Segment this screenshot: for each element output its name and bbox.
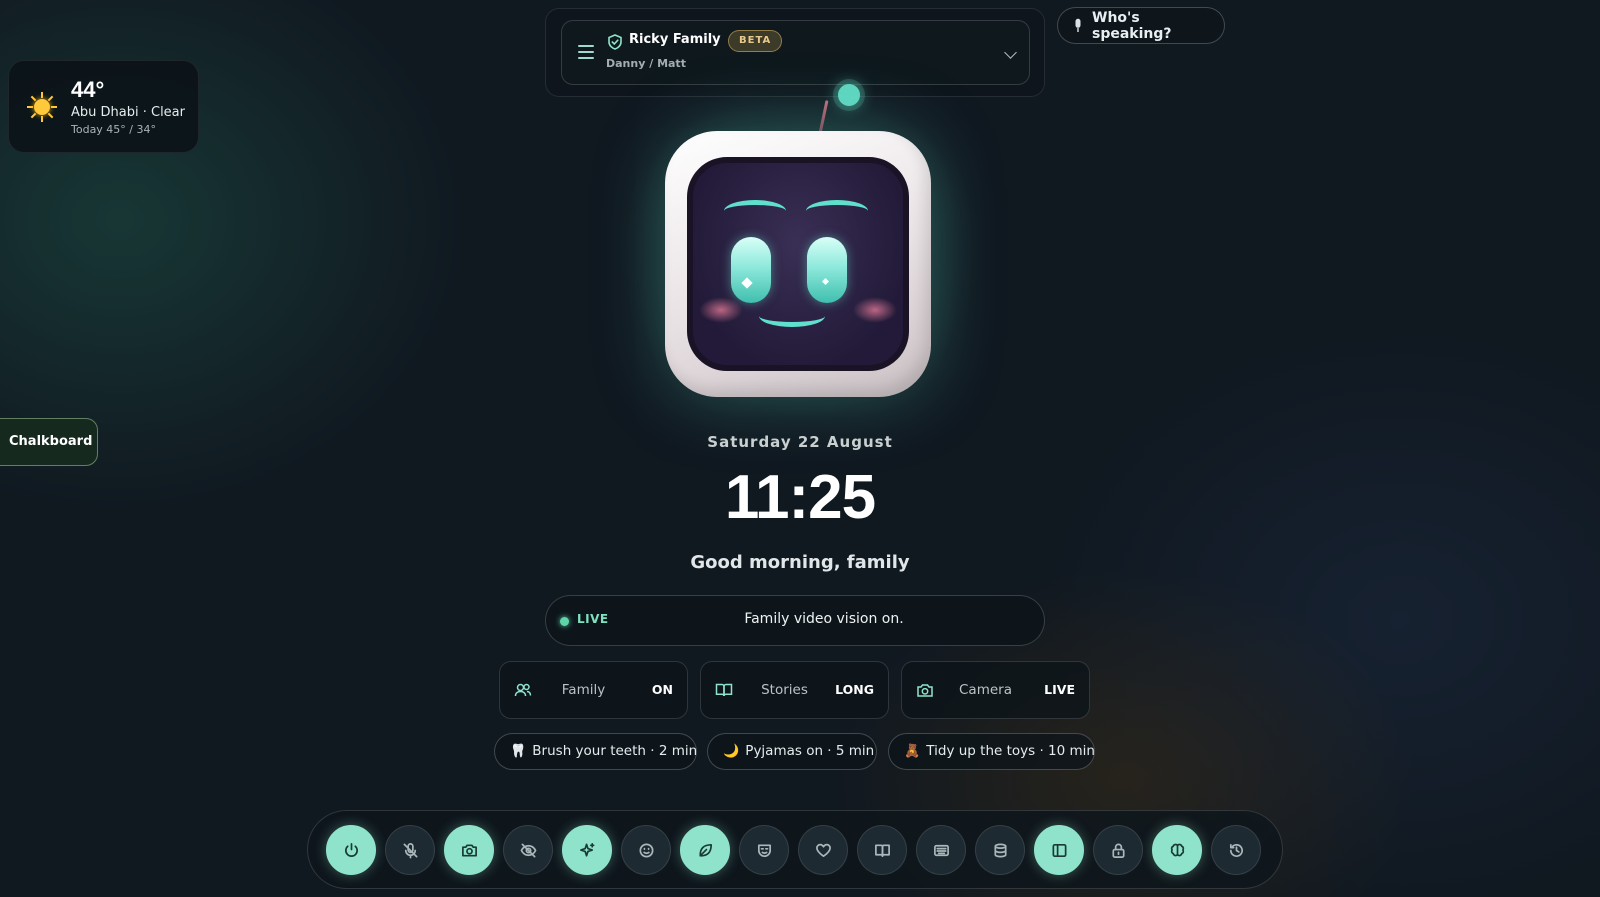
lock-button[interactable] xyxy=(1093,825,1143,875)
whos-speaking-button[interactable]: Who's speaking? xyxy=(1057,7,1225,44)
power-icon xyxy=(344,842,358,857)
camera-tile[interactable]: Camera LIVE xyxy=(901,661,1090,719)
antenna-stem xyxy=(818,100,829,134)
robot-face[interactable] xyxy=(665,131,931,397)
history-icon xyxy=(1229,843,1243,857)
camera-icon xyxy=(917,684,933,697)
panel-button[interactable] xyxy=(1034,825,1084,875)
family-icon xyxy=(514,683,532,697)
history-button[interactable] xyxy=(1211,825,1261,875)
left-cheek xyxy=(699,297,743,323)
header-panel: Ricky Family BETA Danny / Matt xyxy=(545,8,1045,97)
whos-speaking-label: Who's speaking? xyxy=(1092,9,1172,42)
mic-off-icon xyxy=(403,842,417,858)
family-name: Ricky Family xyxy=(629,32,721,47)
greeting-text: Good morning, family xyxy=(690,552,910,573)
book-icon xyxy=(715,683,733,697)
sparkle-icon xyxy=(579,842,594,857)
mouth xyxy=(759,305,825,327)
face-icon xyxy=(639,843,653,857)
emotion-button[interactable] xyxy=(621,825,671,875)
stories-tile-value: LONG xyxy=(835,682,874,697)
character-button[interactable] xyxy=(739,825,789,875)
shield-icon xyxy=(608,34,622,50)
routine-pill-toys[interactable]: 🧸 Tidy up the toys · 10 min xyxy=(888,733,1095,770)
tooth-icon: 🦷 xyxy=(510,744,527,759)
keyboard-icon xyxy=(933,844,949,856)
camera-tile-label: Camera xyxy=(959,682,1012,698)
chalkboard-tab[interactable]: Chalkboard xyxy=(0,418,98,466)
family-members: Danny / Matt xyxy=(606,57,686,70)
antenna-light xyxy=(838,84,860,106)
hide-button[interactable] xyxy=(503,825,553,875)
weather-location: Abu Dhabi · Clear xyxy=(71,104,185,120)
magic-button[interactable] xyxy=(562,825,612,875)
keyboard-button[interactable] xyxy=(916,825,966,875)
routine-label: Tidy up the toys · 10 min xyxy=(926,743,1095,759)
mask-icon xyxy=(757,843,771,857)
lock-icon xyxy=(1111,843,1125,858)
moon-icon: 🌙 xyxy=(723,744,740,759)
favorites-button[interactable] xyxy=(798,825,848,875)
family-selector[interactable]: Ricky Family BETA Danny / Matt xyxy=(561,20,1030,85)
robot-screen xyxy=(687,157,909,371)
left-eye xyxy=(731,237,771,303)
calm-button[interactable] xyxy=(680,825,730,875)
date-label: Saturday 22 August xyxy=(707,433,893,451)
camera-icon xyxy=(461,843,477,857)
brain-icon xyxy=(1170,843,1184,856)
right-eyebrow xyxy=(806,200,868,222)
camera-tile-value: LIVE xyxy=(1044,682,1075,697)
family-tile[interactable]: Family ON xyxy=(499,661,688,719)
panel-icon xyxy=(1052,843,1066,857)
routine-label: Brush your teeth · 2 min xyxy=(532,743,698,759)
live-message: Family video vision on. xyxy=(744,611,904,627)
power-button[interactable] xyxy=(326,825,376,875)
left-eyebrow xyxy=(724,200,786,222)
heart-icon xyxy=(815,843,831,857)
chevron-down-icon[interactable] xyxy=(1004,46,1017,59)
menu-icon[interactable] xyxy=(578,45,594,59)
leaf-icon xyxy=(698,843,712,857)
microphone-icon xyxy=(1075,18,1081,32)
family-tile-value: ON xyxy=(651,682,673,697)
stories-button[interactable] xyxy=(857,825,907,875)
control-dock xyxy=(307,810,1283,889)
beta-badge: BETA xyxy=(728,30,783,52)
brain-button[interactable] xyxy=(1152,825,1202,875)
sun-icon xyxy=(27,91,57,122)
mute-button[interactable] xyxy=(385,825,435,875)
database-icon xyxy=(993,843,1007,857)
stories-tile[interactable]: Stories LONG xyxy=(700,661,889,719)
book-icon xyxy=(874,843,890,857)
routine-label: Pyjamas on · 5 min xyxy=(745,743,875,759)
teddy-bear-icon: 🧸 xyxy=(904,744,921,759)
right-cheek xyxy=(853,297,897,323)
routine-pill-teeth[interactable]: 🦷 Brush your teeth · 2 min xyxy=(494,733,697,770)
right-eye xyxy=(807,237,847,303)
routine-pill-pyjamas[interactable]: 🌙 Pyjamas on · 5 min xyxy=(707,733,877,770)
weather-card: 44° Abu Dhabi · Clear Today 45° / 34° xyxy=(8,60,199,153)
live-status-bar[interactable]: LIVE Family video vision on. xyxy=(545,595,1045,646)
family-tile-label: Family xyxy=(561,682,606,698)
eye-off-icon xyxy=(520,843,536,857)
stories-tile-label: Stories xyxy=(761,682,808,698)
weather-forecast: Today 45° / 34° xyxy=(71,122,157,136)
camera-button[interactable] xyxy=(444,825,494,875)
memory-button[interactable] xyxy=(975,825,1025,875)
weather-temperature: 44° xyxy=(71,76,105,102)
clock-time: 11:25 xyxy=(724,463,876,532)
